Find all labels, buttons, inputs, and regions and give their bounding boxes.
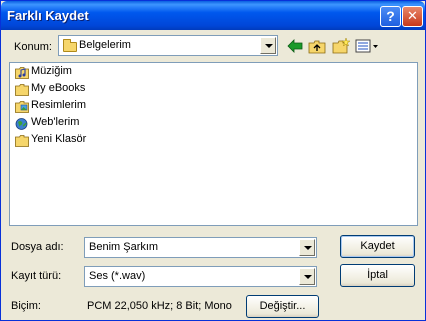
filetype-dropdown[interactable]: Ses (*.wav)	[84, 266, 317, 287]
file-name: Web'lerim	[31, 116, 80, 128]
filename-field[interactable]: Benim Şarkım	[84, 237, 317, 258]
list-item[interactable]: Yeni Klasör	[13, 132, 93, 148]
save-as-dialog: Farklı Kaydet ? ✕ Konum: Belgelerim Müzi…	[0, 0, 426, 321]
file-list[interactable]: Müziğim My eBooks Resimlerim Web'lerim Y…	[9, 62, 418, 226]
format-label: Biçim:	[11, 300, 41, 312]
list-item[interactable]: My eBooks	[13, 81, 93, 97]
cancel-button[interactable]: İptal	[340, 264, 415, 287]
location-dropdown[interactable]: Belgelerim	[58, 35, 278, 56]
location-label: Konum:	[14, 41, 52, 53]
folder-icon	[15, 84, 29, 96]
file-name: Müziğim	[31, 65, 72, 77]
pictures-folder-icon	[15, 101, 29, 113]
format-value: PCM 22,050 kHz; 8 Bit; Mono	[87, 300, 232, 312]
filetype-value: Ses (*.wav)	[89, 270, 146, 282]
file-name: Yeni Klasör	[31, 133, 87, 145]
list-item[interactable]: Resimlerim	[13, 98, 93, 114]
back-arrow-icon[interactable]	[285, 37, 305, 55]
help-button[interactable]: ?	[380, 6, 401, 27]
chevron-down-icon[interactable]	[299, 239, 315, 256]
file-name: Resimlerim	[31, 99, 86, 111]
change-format-button[interactable]: Değiştir...	[246, 295, 319, 318]
folder-icon	[63, 39, 77, 52]
web-folder-icon	[15, 118, 28, 130]
file-name: My eBooks	[31, 82, 86, 94]
list-item[interactable]: Müziğim	[13, 64, 93, 80]
new-folder-icon[interactable]	[331, 37, 351, 55]
filename-value[interactable]: Benim Şarkım	[89, 241, 158, 253]
views-menu-icon[interactable]	[354, 37, 380, 55]
title-bar[interactable]: Farklı Kaydet ? ✕	[1, 1, 425, 30]
list-item[interactable]: Web'lerim	[13, 115, 93, 131]
close-button[interactable]: ✕	[402, 6, 423, 27]
up-folder-icon[interactable]	[307, 37, 327, 55]
music-folder-icon	[15, 67, 29, 79]
window-title: Farklı Kaydet	[7, 8, 89, 23]
save-button[interactable]: Kaydet	[340, 235, 415, 258]
chevron-down-icon[interactable]	[260, 37, 276, 54]
location-value: Belgelerim	[79, 39, 131, 51]
chevron-down-icon[interactable]	[299, 268, 315, 285]
filename-label: Dosya adı:	[11, 241, 64, 253]
filetype-label: Kayıt türü:	[11, 270, 62, 282]
folder-icon	[15, 135, 29, 147]
